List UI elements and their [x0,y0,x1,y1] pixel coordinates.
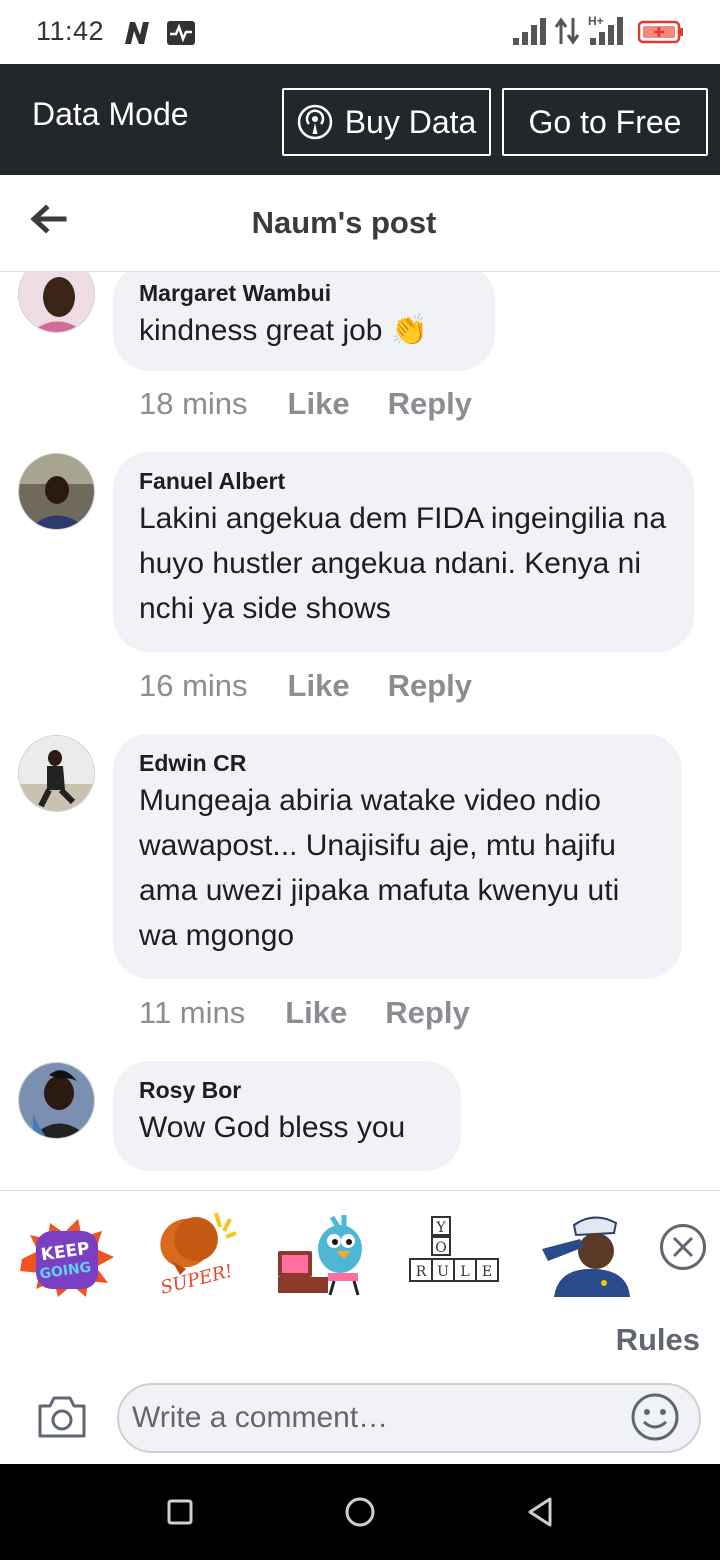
super-sticker-text: SUPER! [158,1261,234,1299]
go-to-free-label: Go to Free [528,103,682,140]
comment-author[interactable]: Margaret Wambui [139,278,469,308]
buy-data-button[interactable]: Buy Data [282,88,491,156]
n-badge-icon [125,22,149,44]
like-button[interactable]: Like [288,668,350,704]
home-icon[interactable] [342,1494,378,1530]
avatar-photo [19,1063,94,1138]
comments-list[interactable]: Margaret Wambui kindness great job 👏 18 … [0,272,720,1190]
tile-y: Y [435,1220,446,1236]
avatar[interactable] [18,735,95,812]
avatar-photo [19,736,94,811]
data-mode-bar: Data Mode Buy Data Go to Free [0,64,720,175]
salute-sticker[interactable] [534,1209,634,1299]
keep-going-sticker[interactable]: KEEP GOING [16,1209,116,1299]
reply-button[interactable]: Reply [388,668,472,704]
buy-data-label: Buy Data [344,103,477,140]
tile-u: U [437,1264,449,1280]
reply-button[interactable]: Reply [385,995,469,1031]
comment-time[interactable]: 18 mins [139,386,248,422]
data-mode-title: Data Mode [32,96,189,132]
super-sticker[interactable]: SUPER! [146,1209,246,1299]
like-button[interactable]: Like [285,995,347,1031]
status-time: 11:42 [36,16,105,46]
comment-bubble[interactable]: Edwin CR Mungeaja abiria watake video nd… [113,734,682,979]
comment-actions: 11 mins Like Reply [139,995,508,1031]
data-arrows-icon [554,17,580,45]
comment-text: Wow God bless you [139,1111,406,1144]
battery-icon [638,20,683,44]
reply-button[interactable]: Reply [388,386,472,422]
comment-text: Lakini angekua dem FIDA ingeingilia na h… [139,502,667,625]
tile-o: O [435,1240,446,1256]
back-icon[interactable] [522,1494,558,1530]
comment-time[interactable]: 11 mins [139,995,245,1031]
comment-text: kindness great job 👏 [139,314,429,347]
tile-r: R [416,1264,427,1280]
bird-laptop-sticker[interactable] [274,1209,374,1299]
system-nav-bar [0,1464,720,1560]
avatar[interactable] [18,453,95,530]
avatar[interactable] [18,272,95,333]
comment-actions: 18 mins Like Reply [139,386,510,422]
network-type-label: H+ [588,14,604,28]
close-stickers-button[interactable] [660,1224,706,1270]
yo-rule-sticker[interactable]: Y O R U L E [404,1209,504,1299]
comment-author[interactable]: Rosy Bor [139,1075,435,1105]
tile-e: E [482,1264,492,1280]
comment-bubble[interactable]: Rosy Bor Wow God bless you [113,1061,461,1171]
sticker-tray: KEEP GOING SUPER! Y O R U L E [0,1190,720,1312]
comment-author[interactable]: Fanuel Albert [139,466,668,496]
recents-icon[interactable] [162,1494,198,1530]
comment-bubble[interactable]: Fanuel Albert Lakini angekua dem FIDA in… [113,452,694,652]
smiley-icon[interactable] [630,1392,680,1442]
signal-icon [513,18,546,45]
pulse-icon [167,21,195,45]
avatar-photo [19,454,94,529]
avatar[interactable] [18,1062,95,1139]
go-to-free-button[interactable]: Go to Free [502,88,708,156]
rules-link[interactable]: Rules [616,1322,700,1358]
post-header: Naum's post [0,175,720,272]
comment-composer [0,1372,720,1464]
comment-text: Mungeaja abiria watake video ndio wawapo… [139,784,636,952]
avatar-photo [19,272,94,332]
status-bar: 11:42 H+ [0,0,720,64]
tile-l: L [460,1264,469,1280]
signal-hplus-icon: H+ [588,14,623,45]
broadcast-icon [297,104,332,140]
comment-bubble[interactable]: Margaret Wambui kindness great job 👏 [113,272,495,371]
camera-icon[interactable] [36,1392,88,1440]
page-title: Naum's post [251,205,437,240]
close-icon [672,1236,694,1258]
comment-time[interactable]: 16 mins [139,668,248,704]
comment-actions: 16 mins Like Reply [139,668,510,704]
comment-author[interactable]: Edwin CR [139,748,656,778]
comment-input[interactable] [117,1383,701,1453]
like-button[interactable]: Like [288,386,350,422]
